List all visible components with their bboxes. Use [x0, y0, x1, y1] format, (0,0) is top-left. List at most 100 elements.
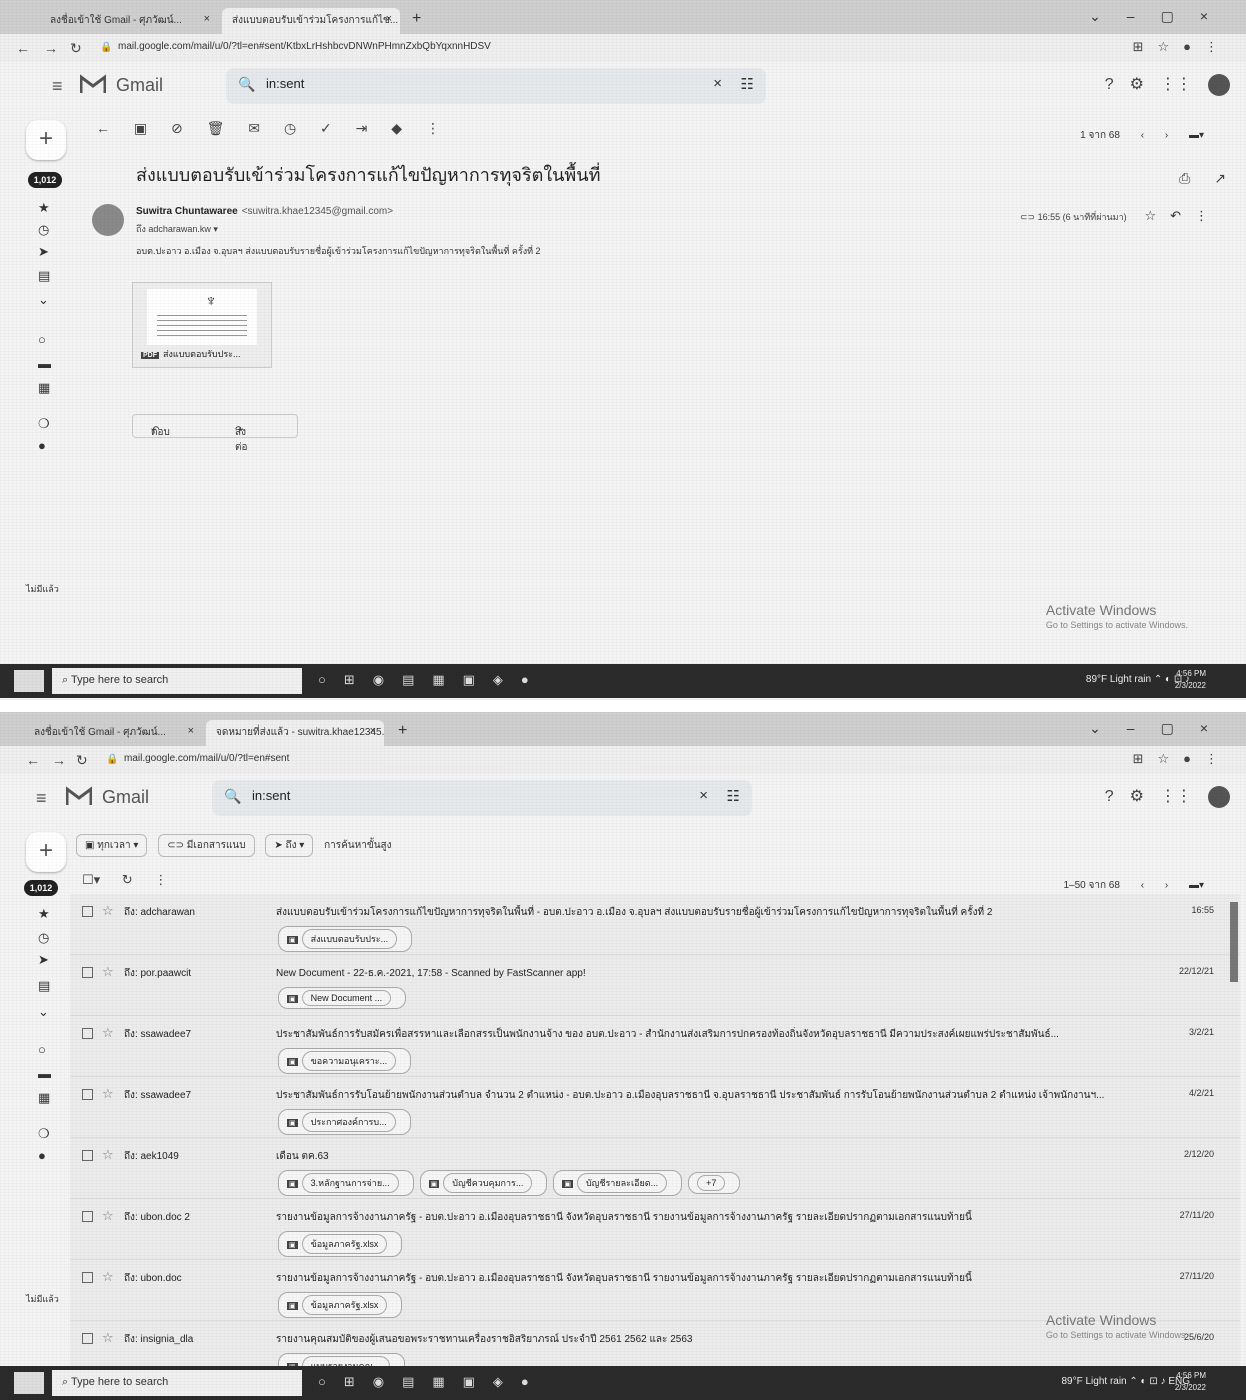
taskbar-apps[interactable]: ○⊞◉▤▦▣◈●: [318, 1374, 547, 1390]
attachment-chip[interactable]: +7: [688, 1172, 741, 1194]
report-spam-icon[interactable]: ⊘: [171, 120, 183, 136]
url-field[interactable]: mail.google.com/mail/u/0/?tl=en#sent/Ktb…: [118, 41, 491, 52]
clock[interactable]: 4:56 PM 2/3/2022: [1175, 668, 1206, 692]
browser-tab[interactable]: ลงชื่อเข้าใช้ Gmail - ศุภวัฒน์... ×: [40, 8, 218, 34]
attachment-chip[interactable]: ▣ บัญชีรายละเอียด...: [553, 1170, 683, 1196]
draft-icon[interactable]: ▤: [38, 978, 50, 994]
attachment-chip[interactable]: ▣ ข้อมูลภาครัฐ.xlsx: [278, 1231, 403, 1257]
star-icon[interactable]: ☆: [102, 1269, 114, 1285]
video-icon[interactable]: ▬: [38, 356, 51, 371]
scrollbar[interactable]: [1230, 902, 1238, 982]
new-window-icon[interactable]: ↗: [1214, 170, 1226, 186]
advanced-search-link[interactable]: การค้นหาขั้นสูง: [324, 840, 391, 851]
refresh-icon[interactable]: ↻: [122, 872, 133, 887]
search-icon[interactable]: 🔍: [238, 76, 255, 93]
star-icon[interactable]: ☆: [102, 903, 114, 919]
close-icon[interactable]: ×: [204, 13, 210, 25]
row-checkbox[interactable]: [82, 1089, 93, 1100]
select-all-checkbox[interactable]: ☐▾: [82, 872, 100, 887]
browser-tab-active[interactable]: ส่งแบบตอบรับเข้าร่วมโครงการแก้ไข... ×: [222, 8, 400, 34]
star-icon[interactable]: ☆: [1144, 208, 1170, 223]
filter-to[interactable]: ➤ ถึง ▾: [265, 834, 314, 857]
back-icon[interactable]: ←: [16, 40, 30, 56]
clear-search-icon[interactable]: ×: [699, 787, 708, 804]
star-icon[interactable]: ☆: [102, 1330, 114, 1346]
help-icon[interactable]: ?: [1105, 788, 1114, 805]
draft-icon[interactable]: ▤: [38, 268, 50, 284]
move-to-icon[interactable]: ⇥: [356, 120, 368, 136]
hangouts-icon[interactable]: ❍: [38, 416, 50, 432]
more-options-icon[interactable]: ⋮: [154, 872, 167, 887]
table-row[interactable]: ☆ ถึง: aek1049 เดือน ตค.63 2/12/20 ▣ 3.หลักฐา…: [70, 1138, 1240, 1199]
row-checkbox[interactable]: [82, 1028, 93, 1039]
star-icon[interactable]: ☆: [102, 1025, 114, 1041]
unread-badge[interactable]: 1,012: [24, 880, 58, 896]
attachment-chip[interactable]: ▣ New Document ...: [278, 987, 407, 1009]
attachment-chip[interactable]: ▣ ประกาศองค์การบ...: [278, 1109, 411, 1135]
compose-button[interactable]: +: [26, 832, 66, 872]
window-controls[interactable]: ⌄–▢×: [1089, 720, 1234, 737]
prev-icon[interactable]: ‹: [1141, 130, 1144, 141]
browser-tab-active[interactable]: จดหมายที่ส่งแล้ว - suwitra.khae12345... ×: [206, 720, 384, 746]
more-options-icon[interactable]: ⋮: [1195, 208, 1222, 223]
attachment-chip[interactable]: ▣ 3.หลักฐานการจ่าย...: [278, 1170, 414, 1196]
contact-avatar-icon[interactable]: ●: [38, 1148, 46, 1163]
hangouts-icon[interactable]: ❍: [38, 1126, 50, 1142]
clock[interactable]: 4:56 PM 2/3/2022: [1175, 1370, 1206, 1394]
taskbar-search[interactable]: ⌕ Type here to search: [52, 1370, 302, 1396]
back-icon[interactable]: ←: [26, 752, 40, 768]
search-options-icon[interactable]: ☷: [741, 75, 754, 93]
row-checkbox[interactable]: [82, 1333, 93, 1344]
close-icon[interactable]: ×: [370, 725, 376, 737]
video-icon[interactable]: ▬: [38, 1066, 51, 1081]
star-icon[interactable]: ☆: [102, 964, 114, 980]
start-button[interactable]: [14, 670, 44, 692]
chat-icon[interactable]: ○: [38, 332, 46, 347]
reply-icon[interactable]: ↶: [1170, 208, 1195, 223]
reload-icon[interactable]: ↻: [70, 40, 82, 57]
browser-tab[interactable]: ลงชื่อเข้าใช้ Gmail - ศุภวัฒน์... ×: [24, 720, 202, 746]
start-button[interactable]: [14, 1372, 44, 1394]
search-input[interactable]: [266, 76, 686, 91]
keyboard-icon[interactable]: ▦: [38, 1090, 50, 1106]
url-field[interactable]: mail.google.com/mail/u/0/?tl=en#sent: [124, 753, 289, 764]
new-tab-icon[interactable]: +: [412, 10, 421, 28]
attachment-chip[interactable]: ▣ บัญชีควบคุมการ...: [419, 1170, 548, 1196]
forward-icon[interactable]: →: [52, 752, 66, 768]
search-input[interactable]: [252, 788, 672, 803]
row-checkbox[interactable]: [82, 1211, 93, 1222]
taskbar-search[interactable]: ⌕ Type here to search: [52, 668, 302, 694]
settings-icon[interactable]: ⚙: [1130, 76, 1144, 93]
clock-icon[interactable]: ◷: [38, 930, 49, 946]
close-icon[interactable]: ×: [386, 13, 392, 25]
keyboard-icon[interactable]: ▦: [38, 380, 50, 396]
label-icon[interactable]: ◆: [391, 120, 402, 136]
attachment-card[interactable]: ♆ PDF ส่งแบบตอบรับประ...: [132, 282, 272, 368]
star-icon[interactable]: ☆: [102, 1147, 114, 1163]
apps-grid-icon[interactable]: ⋮⋮: [1160, 788, 1192, 805]
search-options-icon[interactable]: ☷: [727, 787, 740, 805]
print-icon[interactable]: ⎙: [1179, 170, 1190, 186]
filter-any-time[interactable]: ▣ ทุกเวลา ▾: [76, 834, 148, 857]
compose-button[interactable]: +: [26, 120, 66, 160]
contact-avatar-icon[interactable]: ●: [38, 438, 46, 453]
more-options-icon[interactable]: ⋮: [426, 120, 440, 136]
row-checkbox[interactable]: [82, 967, 93, 978]
star-icon[interactable]: ★: [38, 200, 50, 216]
table-row[interactable]: ☆ ถึง: ubon.doc 2 รายงานข้อมูลการจ้างงานภา…: [70, 1199, 1240, 1260]
forward-icon[interactable]: →: [44, 40, 58, 56]
chevron-down-icon[interactable]: ⌄: [38, 1004, 49, 1020]
delete-icon[interactable]: 🗑: [207, 120, 225, 136]
help-icon[interactable]: ?: [1105, 76, 1114, 93]
mark-unread-icon[interactable]: ✉: [248, 120, 260, 136]
menu-icon[interactable]: ≡: [52, 76, 63, 97]
browser-extension-icons[interactable]: ⊞☆●⋮: [1133, 751, 1232, 767]
browser-extension-icons[interactable]: ⊞☆●⋮: [1133, 39, 1232, 55]
back-to-list-icon[interactable]: ←: [96, 120, 110, 136]
send-icon[interactable]: ➤: [38, 244, 49, 260]
row-checkbox[interactable]: [82, 1272, 93, 1283]
prev-icon[interactable]: ‹: [1141, 880, 1144, 891]
snooze-icon[interactable]: ◷: [284, 120, 296, 136]
archive-icon[interactable]: ▣: [134, 120, 147, 136]
new-tab-icon[interactable]: +: [398, 722, 407, 740]
